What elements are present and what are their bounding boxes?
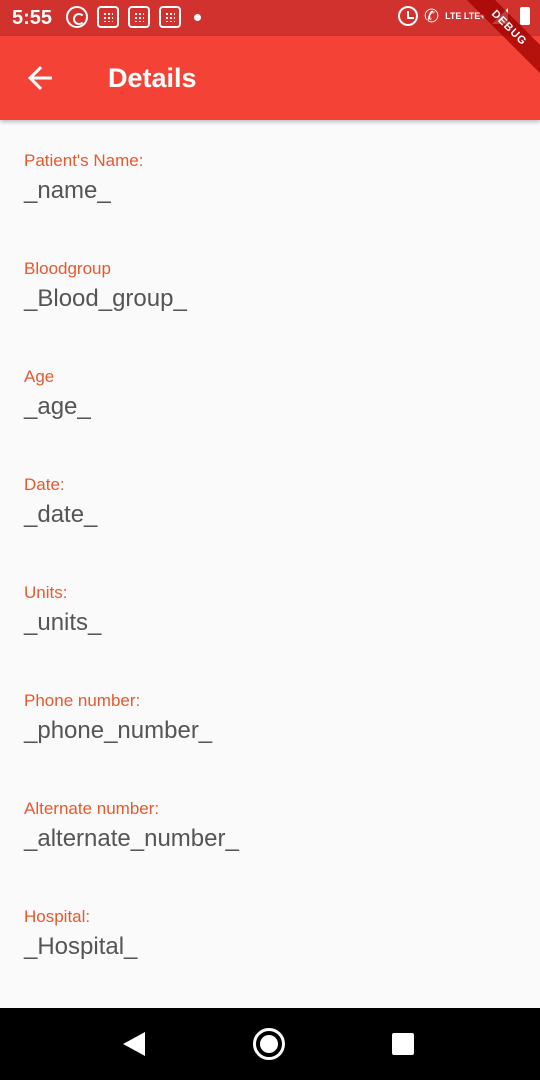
field-value: _Blood_group_	[24, 285, 187, 312]
app-notification-icon	[97, 6, 119, 28]
field-bloodgroup: Bloodgroup _Blood_group_	[24, 259, 516, 367]
nav-home-icon[interactable]	[253, 1028, 285, 1060]
field-value: _phone_number_	[24, 717, 213, 744]
battery-icon	[519, 7, 530, 25]
more-notifications-dot-icon	[194, 13, 201, 21]
page-title: Details	[108, 63, 197, 93]
field-label: Hospital:	[24, 907, 91, 926]
field-label: Age	[24, 367, 55, 386]
app-bar: Details	[0, 36, 540, 120]
field-value: _Hospital_	[24, 933, 138, 960]
whatsapp-icon	[66, 6, 88, 28]
details-list: Patient's Name: _name_ Bloodgroup _Blood…	[24, 151, 516, 1015]
call-icon: ✆	[424, 6, 440, 26]
field-label: Patient's Name:	[24, 151, 144, 170]
nav-recents-icon[interactable]	[392, 1033, 414, 1055]
field-label: Units:	[24, 583, 68, 602]
field-age: Age _age_	[24, 367, 516, 475]
status-time: 5:55	[12, 7, 53, 29]
alarm-icon	[398, 6, 418, 26]
app-notification-icon	[159, 6, 181, 28]
field-phone-number: Phone number: _phone_number_	[24, 691, 516, 799]
field-date: Date: _date_	[24, 475, 516, 583]
field-value: _alternate_number_	[24, 825, 239, 852]
field-value: _name_	[24, 177, 111, 204]
field-value: _units_	[24, 609, 102, 636]
field-label: Bloodgroup	[24, 259, 111, 278]
field-hospital: Hospital: _Hospital_	[24, 907, 516, 1015]
back-button[interactable]	[20, 58, 60, 98]
field-patient-name: Patient's Name: _name_	[24, 151, 516, 259]
field-label: Alternate number:	[24, 799, 160, 818]
status-bar: 5:55 ✆ LTE LTE+	[0, 0, 540, 36]
field-label: Date:	[24, 475, 65, 494]
notification-icons	[66, 6, 201, 28]
arrow-back-icon	[28, 66, 52, 90]
field-units: Units: _units_	[24, 583, 516, 691]
field-alternate-number: Alternate number: _alternate_number_	[24, 799, 516, 907]
system-navigation-bar	[0, 1008, 540, 1080]
app-notification-icon	[128, 6, 150, 28]
field-value: _age_	[24, 393, 91, 420]
nav-back-icon[interactable]	[123, 1032, 145, 1056]
field-label: Phone number:	[24, 691, 141, 710]
field-value: _date_	[24, 501, 98, 528]
